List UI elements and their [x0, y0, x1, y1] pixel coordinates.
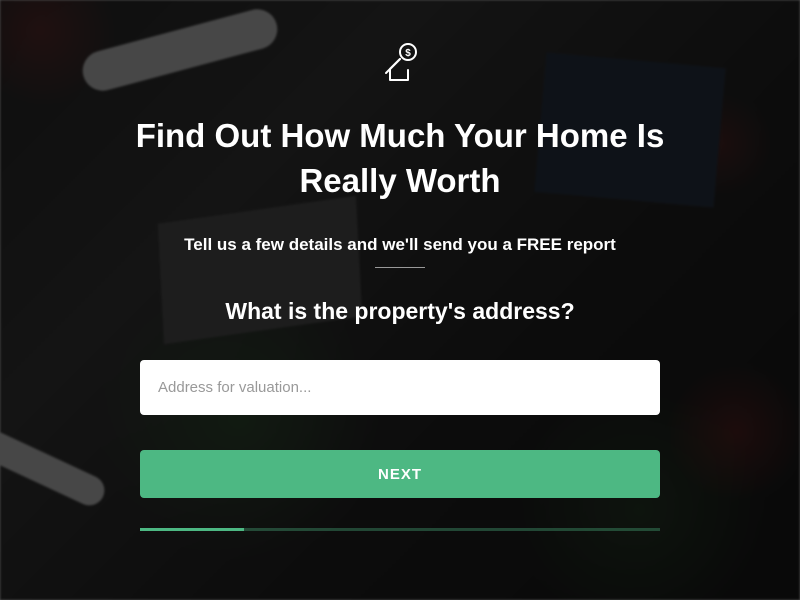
header-icon-container: $ [378, 40, 422, 89]
divider [375, 267, 425, 268]
progress-fill [140, 528, 244, 531]
main-content: $ Find Out How Much Your Home Is Really … [0, 0, 800, 600]
next-button[interactable]: NEXT [140, 450, 660, 498]
home-value-icon: $ [378, 40, 422, 84]
address-input[interactable] [140, 360, 660, 415]
form-question: What is the property's address? [225, 298, 574, 325]
page-subtitle: Tell us a few details and we'll send you… [184, 235, 616, 255]
svg-text:$: $ [405, 48, 411, 59]
progress-bar [140, 528, 660, 531]
page-title: Find Out How Much Your Home Is Really Wo… [120, 114, 680, 203]
